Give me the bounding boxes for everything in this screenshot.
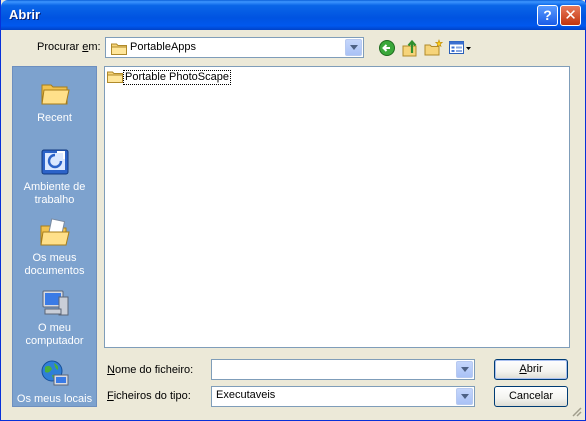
list-item[interactable]: Portable PhotoScape <box>107 69 231 85</box>
list-item-label: Portable PhotoScape <box>123 69 231 85</box>
places-bar: Recent Ambiente de trabalho Os meus docu… <box>12 66 97 407</box>
help-button[interactable]: ? <box>537 5 558 26</box>
desktop-icon <box>41 149 68 175</box>
filename-input[interactable] <box>211 359 475 380</box>
file-list[interactable]: Portable PhotoScape <box>104 66 570 348</box>
folder-icon <box>107 71 123 83</box>
place-desktop[interactable]: Ambiente de trabalho <box>13 146 96 207</box>
place-documents[interactable]: Os meus documentos <box>13 217 96 278</box>
back-icon[interactable] <box>378 39 398 57</box>
folder-icon <box>111 43 127 55</box>
chevron-down-icon[interactable] <box>456 361 473 378</box>
view-menu-icon[interactable] <box>448 39 472 57</box>
chevron-down-icon[interactable] <box>456 388 473 405</box>
close-button[interactable]: ✕ <box>560 5 581 26</box>
lookin-label: Procurar em: <box>37 41 101 53</box>
title-bar[interactable]: Abrir ? ✕ <box>1 0 586 30</box>
network-icon <box>41 360 68 386</box>
open-button[interactable]: Abrir <box>494 359 568 380</box>
filename-label: Nome do ficheiro: <box>107 364 194 376</box>
computer-icon <box>42 290 68 316</box>
cancel-button[interactable]: Cancelar <box>494 386 568 407</box>
resize-grip-icon[interactable] <box>570 405 582 417</box>
up-folder-icon[interactable] <box>401 39 421 57</box>
filetype-dropdown[interactable]: Executaveis <box>211 386 475 407</box>
filetype-label: Ficheiros do tipo: <box>107 390 191 402</box>
lookin-dropdown[interactable]: PortableApps <box>105 37 364 58</box>
window-title: Abrir <box>9 7 41 22</box>
new-folder-icon[interactable] <box>424 39 444 57</box>
recent-icon <box>40 84 70 105</box>
documents-icon <box>39 218 70 246</box>
open-dialog: Abrir ? ✕ Procurar em: PortableApps Rece… <box>0 0 586 421</box>
filetype-value: Executaveis <box>216 389 276 401</box>
place-computer[interactable]: O meu computador <box>13 287 96 348</box>
chevron-down-icon[interactable] <box>345 39 362 56</box>
place-recent[interactable]: Recent <box>13 77 96 125</box>
lookin-value: PortableApps <box>130 41 197 53</box>
place-network[interactable]: Os meus locais <box>13 358 96 406</box>
